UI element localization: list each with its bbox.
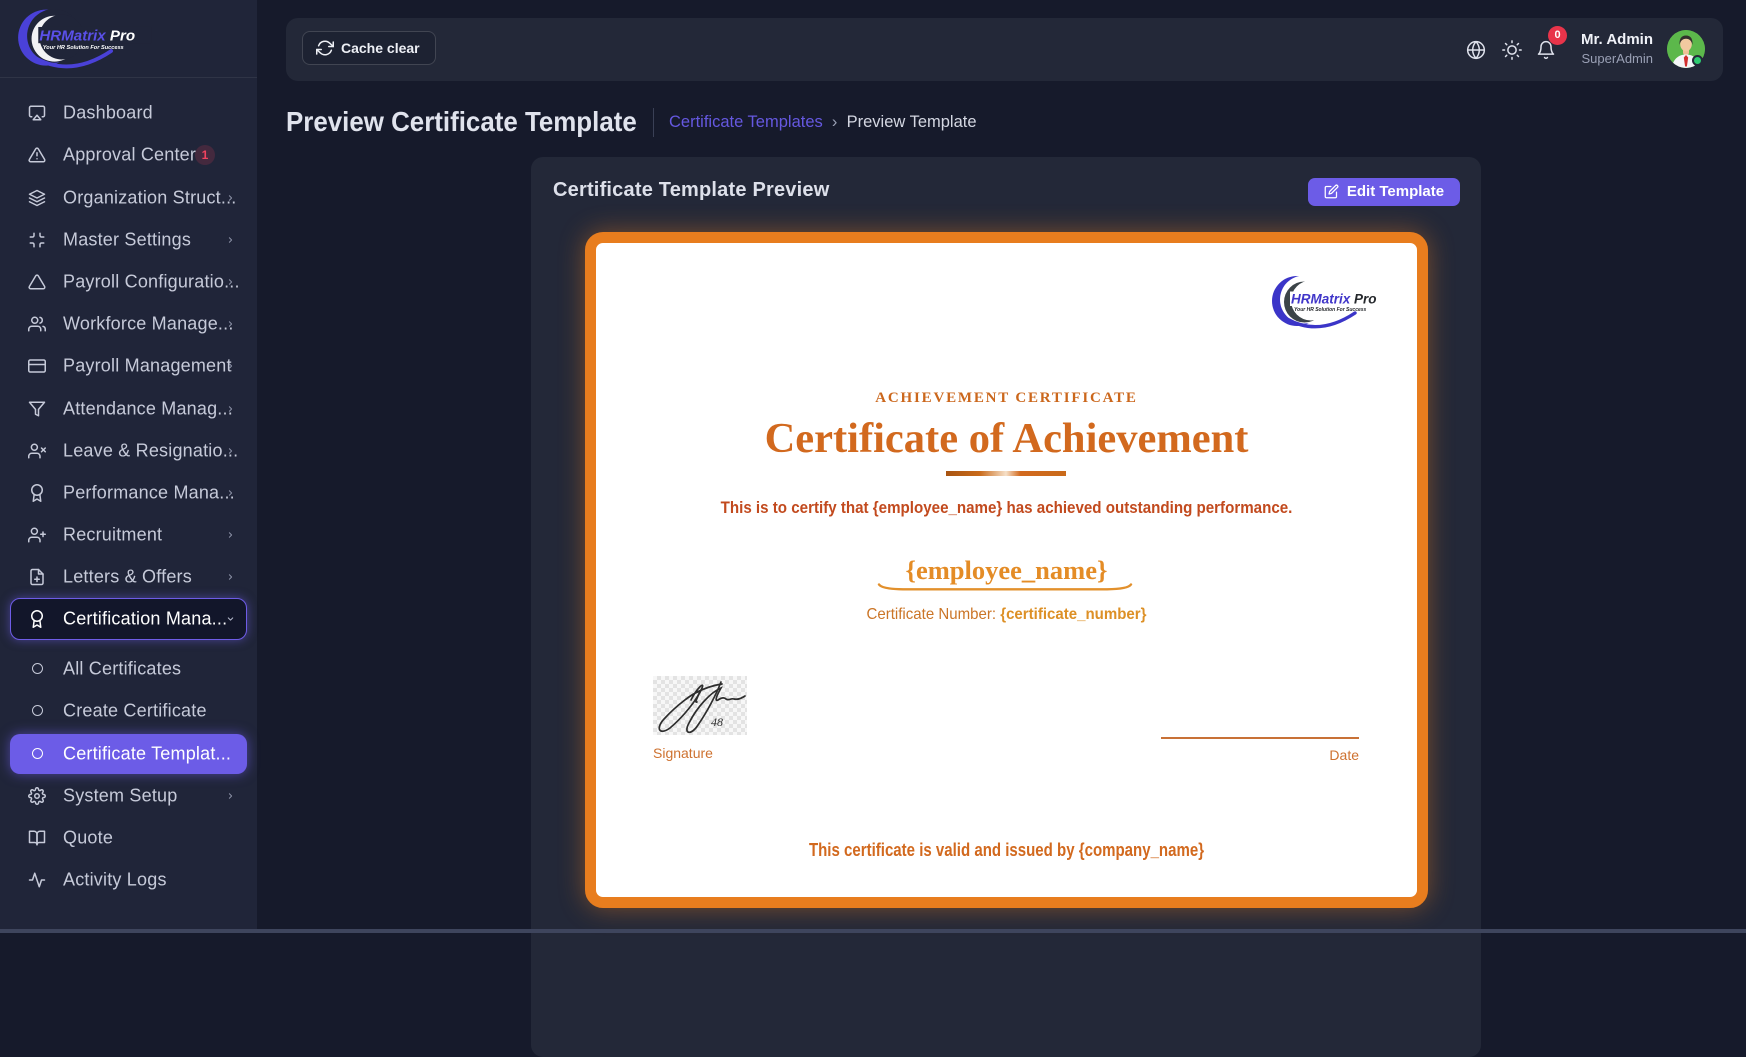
svg-text:HRMatrix Pro: HRMatrix Pro xyxy=(1291,292,1377,307)
svg-text:Your HR Solution For Success: Your HR Solution For Success xyxy=(1294,307,1367,313)
svg-text:Your HR Solution For Success: Your HR Solution For Success xyxy=(43,45,124,51)
svg-text:HRMatrix Pro: HRMatrix Pro xyxy=(39,27,135,44)
svg-text:48: 48 xyxy=(711,715,723,729)
